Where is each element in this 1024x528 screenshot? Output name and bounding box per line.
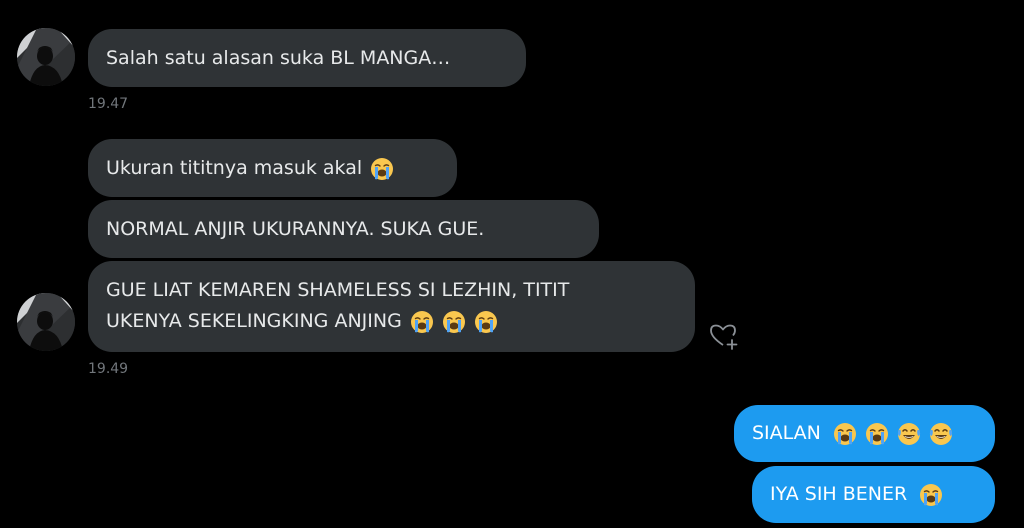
message-bubble-incoming[interactable]: GUE LIAT KEMAREN SHAMELESS SI LEZHIN, TI… bbox=[88, 261, 695, 352]
message-bubble-incoming[interactable]: Ukuran tititnya masuk akal bbox=[88, 139, 457, 197]
loudly-crying-face-emoji bbox=[410, 309, 434, 334]
message-text: Salah satu alasan suka BL MANGA… bbox=[106, 47, 451, 69]
loudly-crying-face-emoji bbox=[919, 482, 943, 507]
message-timestamp: 19.49 bbox=[88, 361, 129, 377]
message-timestamp: 19.47 bbox=[88, 96, 129, 112]
message-bubble-outgoing[interactable]: SIALAN bbox=[734, 405, 995, 462]
message-bubble-incoming[interactable]: Salah satu alasan suka BL MANGA… bbox=[88, 29, 526, 87]
loudly-crying-face-emoji bbox=[833, 421, 857, 446]
message-text: IYA SIH BENER bbox=[770, 483, 908, 505]
avatar[interactable] bbox=[17, 28, 75, 86]
loudly-crying-face-emoji bbox=[865, 421, 889, 446]
message-text: NORMAL ANJIR UKURANNYA. SUKA GUE. bbox=[106, 218, 485, 240]
message-bubble-outgoing[interactable]: IYA SIH BENER bbox=[752, 466, 995, 523]
message-text: GUE LIAT KEMAREN SHAMELESS SI LEZHIN, TI… bbox=[106, 279, 570, 301]
message-bubble-incoming[interactable]: NORMAL ANJIR UKURANNYA. SUKA GUE. bbox=[88, 200, 599, 258]
add-reaction-heart-plus-icon[interactable] bbox=[706, 318, 742, 354]
tears-of-joy-emoji bbox=[929, 421, 953, 446]
tears-of-joy-emoji bbox=[897, 421, 921, 446]
message-text: UKENYA SEKELINGKING ANJING bbox=[106, 310, 402, 332]
message-text: SIALAN bbox=[752, 422, 821, 444]
message-text: Ukuran tititnya masuk akal bbox=[106, 157, 363, 179]
loudly-crying-face-emoji bbox=[442, 309, 466, 334]
loudly-crying-face-emoji bbox=[370, 156, 394, 181]
loudly-crying-face-emoji bbox=[474, 309, 498, 334]
avatar[interactable] bbox=[17, 293, 75, 351]
